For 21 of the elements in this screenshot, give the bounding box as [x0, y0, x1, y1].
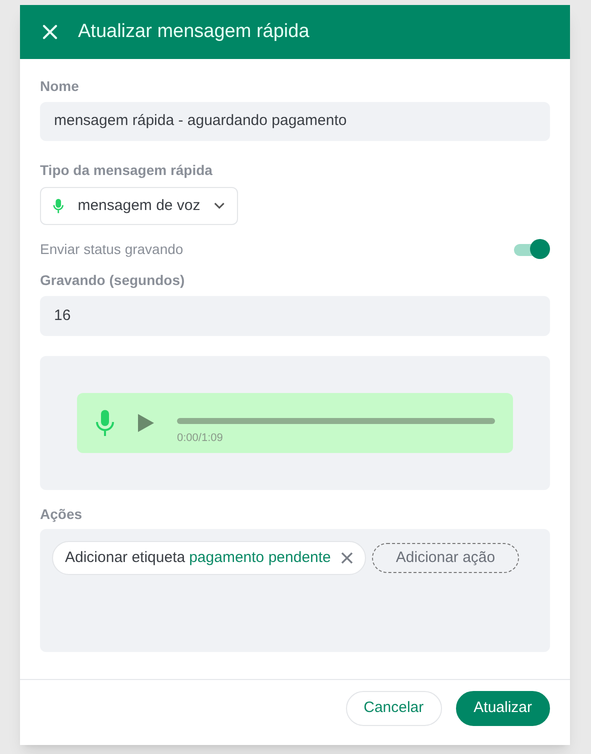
field-label: Gravando (segundos) — [40, 272, 186, 289]
progress-track[interactable] — [177, 418, 495, 424]
microphone-icon — [53, 198, 64, 214]
field-label: Nome — [40, 78, 80, 95]
cancel-button[interactable]: Cancelar — [346, 690, 442, 726]
add-action-button[interactable]: Adicionar ação — [372, 543, 520, 573]
action-chip[interactable]: Adicionar etiqueta pagamento pendente — [52, 541, 366, 575]
play-icon[interactable] — [137, 413, 155, 433]
seconds-field[interactable]: 16 — [40, 296, 550, 336]
toggle-label: Enviar status gravando — [40, 240, 184, 259]
field-label: Tipo da mensagem rápida — [40, 162, 214, 179]
dialog-title: Atualizar mensagem rápida — [78, 20, 310, 44]
section-label: Ações — [40, 506, 84, 523]
time-readout: 0:00/1:09 — [177, 430, 223, 446]
type-dropdown[interactable]: mensagem de voz — [40, 187, 238, 225]
microphone-icon — [95, 410, 115, 436]
name-field[interactable]: mensagem rápida - aguardando pagamento — [40, 102, 550, 141]
update-button[interactable]: Atualizar — [456, 690, 550, 726]
close-icon[interactable] — [340, 552, 353, 564]
toggle-switch[interactable] — [514, 238, 550, 260]
chevron-down-icon — [214, 202, 225, 210]
